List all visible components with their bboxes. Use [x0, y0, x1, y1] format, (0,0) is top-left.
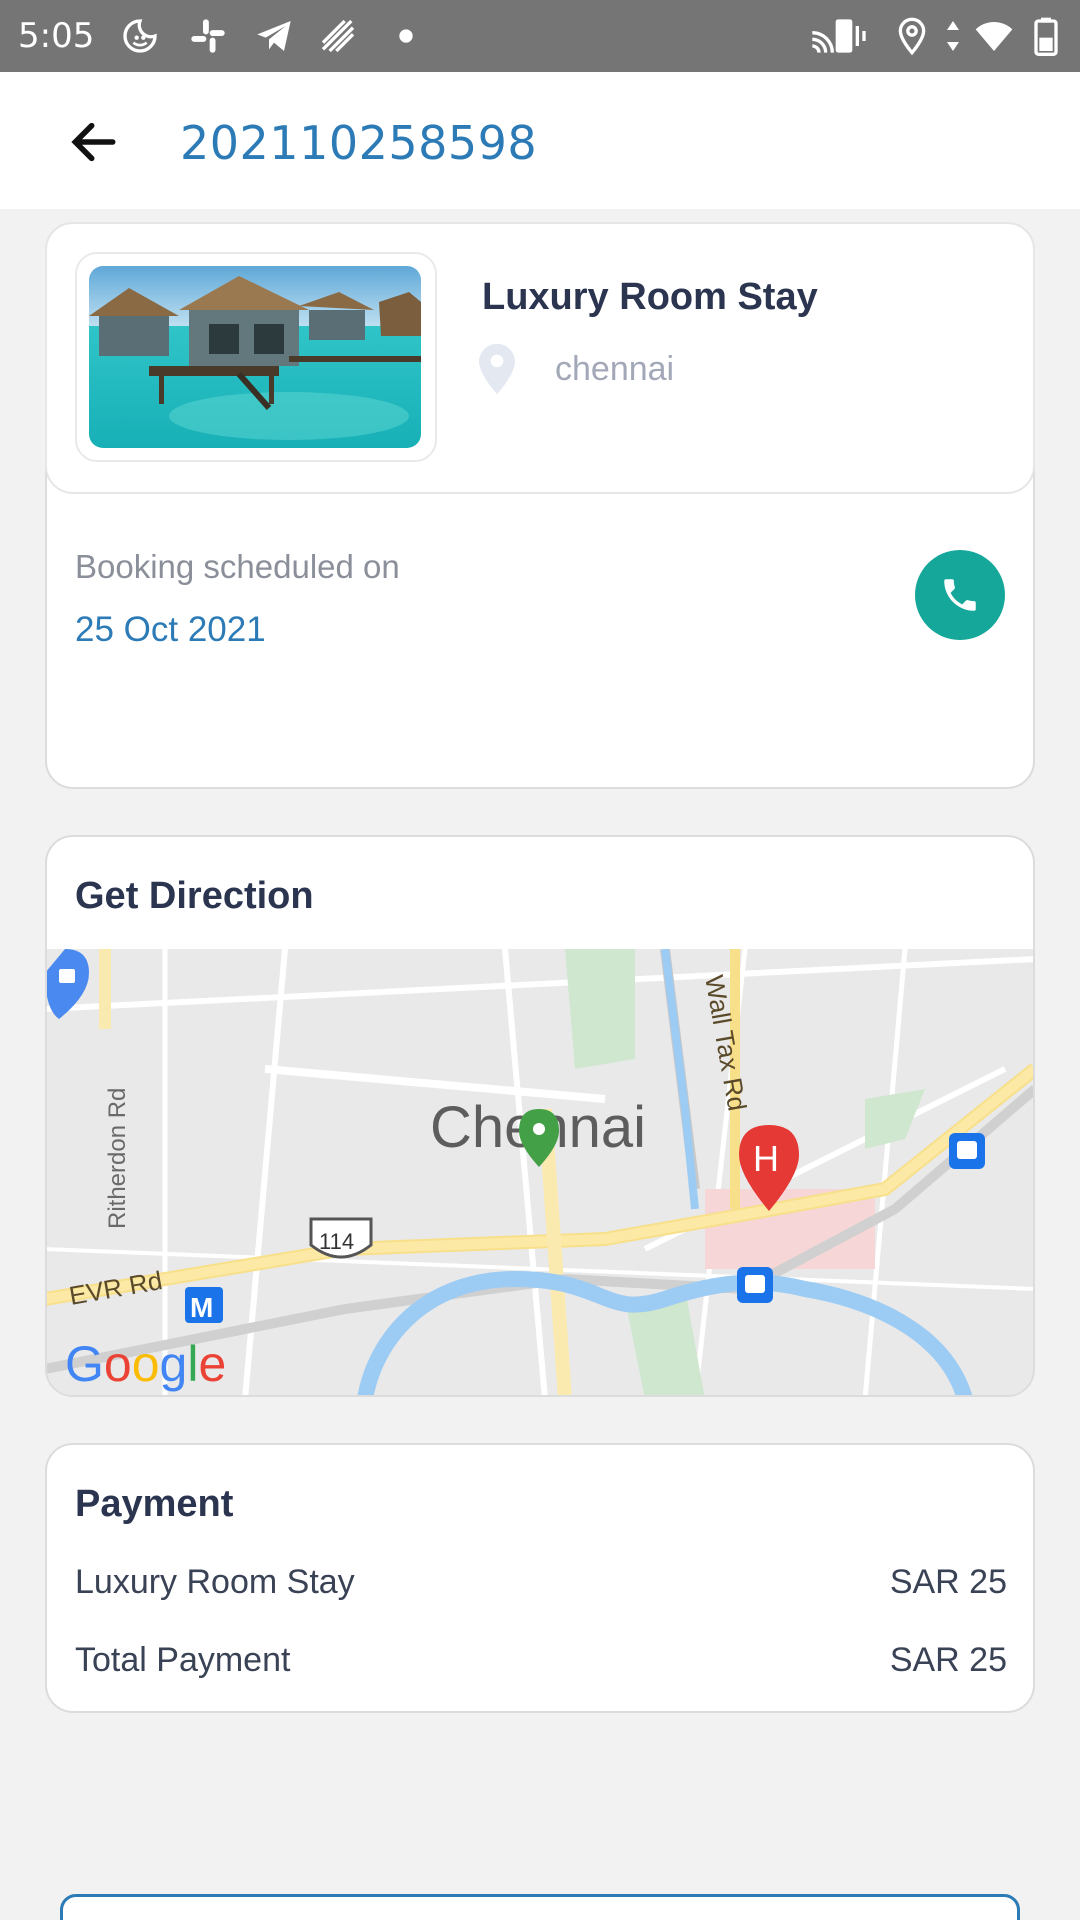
location-pin-icon: [479, 343, 515, 395]
cast-vibrate-icon: [806, 14, 872, 58]
back-button[interactable]: [62, 110, 126, 174]
smiley-moon-icon: [118, 14, 162, 58]
hotel-image-frame: [75, 252, 437, 462]
call-button[interactable]: [915, 550, 1005, 640]
payment-row: Luxury Room Stay SAR 25: [75, 1563, 1007, 1602]
location-icon: [890, 14, 934, 58]
payment-total-amount: SAR 25: [889, 1641, 1007, 1679]
svg-text:114: 114: [319, 1229, 354, 1254]
booking-card: Luxury Room Stay chennai Booking schedul…: [45, 222, 1035, 789]
status-time: 5:05: [18, 16, 95, 56]
phone-icon: [944, 579, 976, 611]
payment-title: Payment: [75, 1483, 234, 1525]
train-station-icon: [949, 1133, 985, 1169]
app-bar: 202110258598: [0, 72, 1080, 209]
battery-icon: [1026, 14, 1066, 58]
direction-title: Get Direction: [75, 875, 314, 917]
direction-card: Get Direction Ritherdon Rd EVR Rd Wall T…: [45, 835, 1035, 1397]
schedule-label: Booking scheduled on: [75, 548, 400, 585]
train-station-icon: [737, 1267, 773, 1303]
bottom-action-button[interactable]: [60, 1894, 1020, 1920]
map-view[interactable]: Chennai Ritherdon Rd EVR Rd Wall Tax Rd …: [47, 948, 1033, 1395]
signal-stripes-icon: [316, 14, 360, 58]
payment-row-label: Luxury Room Stay: [75, 1563, 355, 1601]
page-title: 202110258598: [180, 116, 538, 170]
svg-text:H: H: [753, 1138, 779, 1179]
payment-row-amount: SAR 25: [889, 1563, 1007, 1601]
map-road-label: Ritherdon Rd: [104, 1088, 131, 1229]
metro-icon: M: [185, 1287, 223, 1323]
schedule-date: 25 Oct 2021: [75, 610, 266, 649]
arrow-left-icon: [71, 122, 116, 162]
data-arrows-icon: [936, 14, 970, 58]
slack-icon: [186, 14, 230, 58]
hotel-name: Luxury Room Stay: [482, 276, 818, 318]
hotel-header[interactable]: Luxury Room Stay chennai: [45, 222, 1035, 494]
wifi-icon: [972, 14, 1016, 58]
payment-card: Payment Luxury Room Stay SAR 25 Total Pa…: [45, 1443, 1035, 1713]
payment-total-label: Total Payment: [75, 1641, 291, 1679]
svg-text:M: M: [190, 1292, 213, 1323]
payment-total-row: Total Payment SAR 25: [75, 1641, 1007, 1680]
telegram-icon: [252, 14, 296, 58]
status-bar: 5:05: [0, 0, 1080, 72]
dot-icon: [384, 14, 428, 58]
hotel-image: [89, 266, 421, 448]
hotel-city: chennai: [555, 350, 675, 388]
svg-text:Google: Google: [65, 1336, 226, 1392]
google-logo: Google: [65, 1336, 226, 1392]
